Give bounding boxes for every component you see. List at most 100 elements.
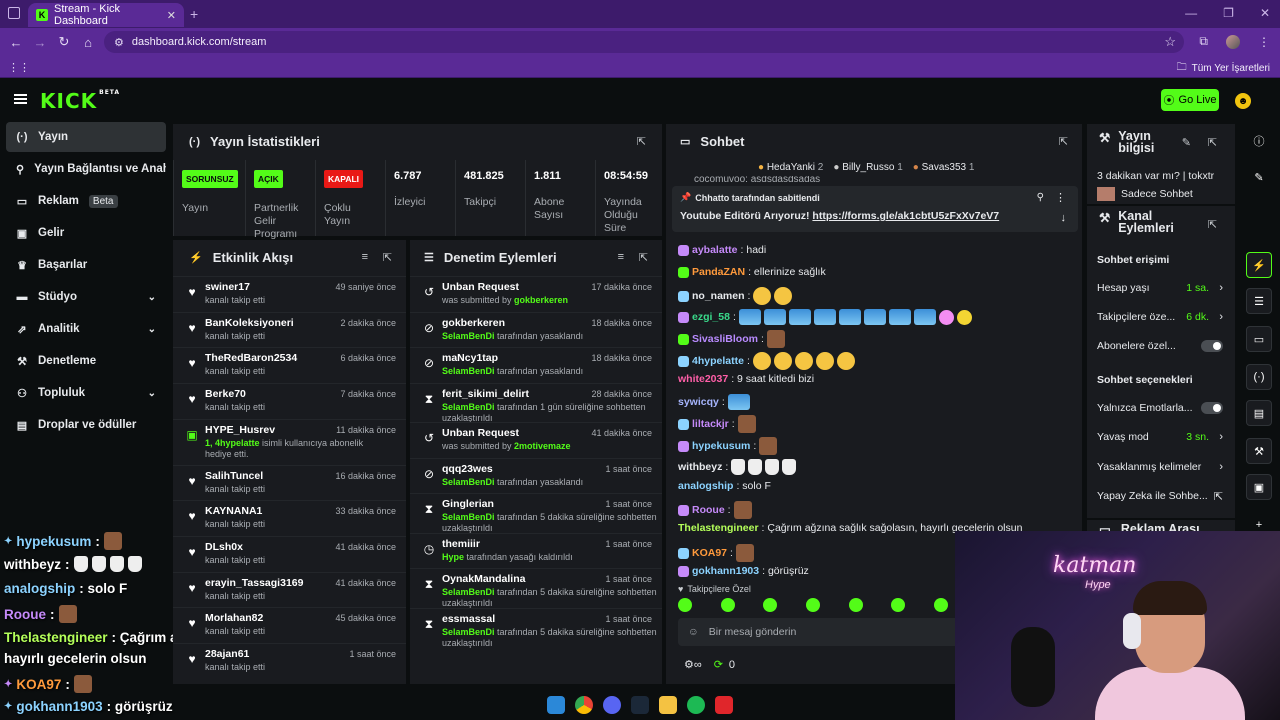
- points-icon[interactable]: ⟳: [714, 658, 723, 671]
- emote-only-toggle[interactable]: [1201, 402, 1223, 414]
- chat-message[interactable]: hypekusum:: [678, 437, 778, 455]
- go-live-button[interactable]: ⦿ Go Live: [1161, 89, 1219, 111]
- chat-username[interactable]: SivasliBloom: [692, 333, 758, 345]
- chat-username[interactable]: white2037: [678, 373, 728, 385]
- popout-icon[interactable]: ⇱: [1208, 136, 1217, 149]
- info-icon[interactable]: ⓘ: [1246, 128, 1272, 154]
- chat-username[interactable]: Thelastengineer: [678, 522, 759, 534]
- banned-words-row[interactable]: Yasaklanmış kelimeler ›: [1097, 461, 1223, 473]
- activity-row[interactable]: ♥ KAYNANA1 kanalı takip etti 33 dakika önce: [173, 500, 406, 536]
- activity-row[interactable]: ♥ 28ajan61 kanalı takip etti 1 saat önce: [173, 643, 406, 679]
- popout-icon[interactable]: ⇱: [1059, 135, 1068, 148]
- emote-icon[interactable]: [848, 598, 863, 612]
- chat-message[interactable]: sywicqy:: [678, 394, 750, 410]
- menu-hamburger-icon[interactable]: [14, 94, 27, 104]
- emote-icon[interactable]: [720, 598, 735, 612]
- chat-username[interactable]: no_namen: [692, 290, 745, 302]
- pinned-link[interactable]: https://forms.gle/ak1cbtU5zFxXv7eV7: [812, 210, 999, 222]
- forward-icon[interactable]: →: [28, 35, 52, 50]
- sidebar-item-stream-key[interactable]: ⚲Yayın Bağlantısı ve Anahtar: [6, 154, 166, 184]
- chat-icon[interactable]: ▭: [1246, 326, 1272, 352]
- sidebar-item-moderation[interactable]: ⚒ Denetleme: [6, 346, 166, 376]
- expand-down-icon[interactable]: ↓: [1061, 212, 1067, 224]
- popout-icon[interactable]: ⇱: [639, 251, 648, 264]
- emoji-icon[interactable]: ☺: [688, 626, 699, 638]
- chat-message[interactable]: KOA97:: [678, 544, 754, 562]
- sidebar-item-ads[interactable]: ▭ Reklam Beta: [6, 186, 166, 216]
- moderation-row[interactable]: ↺ Unban Request was submitted by gokberker…: [410, 276, 662, 312]
- chat-message[interactable]: ezgi_58:: [678, 309, 972, 325]
- sidebar-item-community[interactable]: ⚇ Topluluk ⌄: [6, 378, 166, 408]
- moderation-row[interactable]: ⊘ maNcy1tap SelamBenDi tarafından yasaklan…: [410, 347, 662, 383]
- broadcast-icon[interactable]: (·): [1246, 364, 1272, 390]
- gifter-item[interactable]: ● Savas353 1: [913, 162, 975, 173]
- windows-start-icon[interactable]: [547, 696, 565, 714]
- site-info-icon[interactable]: ⚙: [114, 36, 124, 49]
- discord-icon[interactable]: [603, 696, 621, 714]
- activity-row[interactable]: ♥ BanKoleksiyoneri kanalı takip etti 2 daki…: [173, 311, 406, 348]
- close-window-icon[interactable]: ✕: [1260, 6, 1270, 20]
- emote-icon[interactable]: [678, 598, 692, 612]
- home-icon[interactable]: ⌂: [76, 35, 100, 50]
- sidebar-item-drops[interactable]: ▤ Droplar ve ödüller: [6, 410, 166, 440]
- moderation-row[interactable]: ⊘ gokberkeren SelamBenDi tarafından yasakl…: [410, 311, 662, 348]
- stream-category[interactable]: Sadece Sohbet: [1097, 187, 1193, 201]
- browser-tab[interactable]: K Stream - Kick Dashboard ✕: [28, 3, 184, 27]
- activity-row[interactable]: ♥ SalihTuncel kanalı takip etti 16 dakika ö…: [173, 464, 406, 501]
- spotify-icon[interactable]: [687, 696, 705, 714]
- pin-icon[interactable]: ⚲: [1037, 192, 1044, 203]
- tab-search-icon[interactable]: [8, 7, 20, 19]
- chrome-icon[interactable]: [575, 696, 593, 714]
- gifter-item[interactable]: ● HedaYanki 2: [758, 162, 823, 173]
- folder-icon[interactable]: [659, 696, 677, 714]
- chat-message[interactable]: withbeyz:: [678, 459, 797, 475]
- popout-icon[interactable]: ⇱: [637, 135, 646, 148]
- activity-row[interactable]: ♥ swiner17 kanalı takip etti 49 saniye önce: [173, 276, 406, 312]
- activity-row[interactable]: ♥ TheRedBaron2534 kanalı takip etti 6 dakik…: [173, 347, 406, 383]
- extensions-icon[interactable]: ⧉: [1199, 34, 1208, 49]
- apps-grid-icon[interactable]: ⋮⋮: [8, 61, 30, 74]
- bolt-icon[interactable]: ⚡: [1246, 252, 1272, 278]
- chat-username[interactable]: hypekusum: [692, 440, 750, 452]
- app-icon[interactable]: [715, 696, 733, 714]
- moderation-row[interactable]: ◷ themiiir Hype tarafından yasağı kaldırıl…: [410, 532, 662, 569]
- settings-icon[interactable]: ⚙∞: [684, 658, 702, 671]
- chat-message[interactable]: SivasliBloom:: [678, 330, 785, 348]
- activity-row[interactable]: ♥ DLsh0x kanalı takip etti 41 dakika önce: [173, 535, 406, 572]
- profile-avatar[interactable]: [1226, 34, 1240, 49]
- back-icon[interactable]: ←: [4, 35, 28, 50]
- all-bookmarks[interactable]: 🗀 Tüm Yer İşaretleri: [1177, 60, 1270, 77]
- url-field[interactable]: ⚙ dashboard.kick.com/stream ☆: [104, 31, 1184, 53]
- close-tab-icon[interactable]: ✕: [167, 9, 176, 22]
- moderation-row[interactable]: ⧗ Ginglerian SelamBenDi tarafından 5 dakik…: [410, 493, 662, 533]
- emote-icon[interactable]: [763, 598, 778, 612]
- minimize-icon[interactable]: —: [1185, 6, 1197, 20]
- sidebar-item-achievements[interactable]: ♛ Başarılar: [6, 250, 166, 280]
- emote-only-row[interactable]: Yalnızca Emotlarla...: [1097, 402, 1223, 414]
- account-age-row[interactable]: Hesap yaşı 1 sa. ›: [1097, 282, 1223, 294]
- gifter-item[interactable]: ● Billy_Russo 1: [833, 162, 902, 173]
- moderation-row[interactable]: ↺ Unban Request was submitted by 2motivema…: [410, 422, 662, 458]
- chat-username[interactable]: PandaZAN: [692, 266, 745, 278]
- moderation-row[interactable]: ⧗ essmassal SelamBenDi tarafından 5 dakika…: [410, 607, 662, 648]
- moderation-row[interactable]: ⧗ ferit_sikimi_delirt SelamBenDi tarafında…: [410, 382, 662, 423]
- chat-message[interactable]: analogship: solo F: [678, 480, 771, 492]
- sidebar-item-stream[interactable]: (·) Yayın: [6, 122, 166, 152]
- subscribers-only-row[interactable]: Abonelere özel...: [1097, 340, 1223, 352]
- chat-username[interactable]: gokhann1903: [692, 565, 759, 577]
- kick-logo[interactable]: KICK BETA: [40, 89, 120, 113]
- user-avatar[interactable]: ☻: [1235, 93, 1251, 109]
- more-icon[interactable]: ⋮: [1055, 191, 1066, 204]
- activity-row[interactable]: ♥ erayin_Tassagi3169 kanalı takip etti 41 d…: [173, 571, 406, 608]
- chat-message[interactable]: no_namen:: [678, 287, 793, 305]
- chat-message[interactable]: 4hypelatte:: [678, 352, 855, 370]
- restore-icon[interactable]: ❐: [1223, 6, 1234, 20]
- chat-message[interactable]: gokhann1903: görüşrüz: [678, 565, 809, 577]
- popout-icon[interactable]: ⇱: [1208, 218, 1217, 231]
- followers-only-row[interactable]: Takipçilere öze... 6 dk. ›: [1097, 311, 1223, 323]
- chat-message[interactable]: PandaZAN: ellerinize sağlık: [678, 266, 826, 278]
- chat-input[interactable]: ☺ Bir mesaj gönderin: [678, 618, 964, 646]
- studio-icon[interactable]: ▤: [1246, 400, 1272, 426]
- chat-username[interactable]: withbeyz: [678, 461, 722, 473]
- ai-moderation-row[interactable]: Yapay Zeka ile Sohbe... ⇱: [1097, 490, 1223, 503]
